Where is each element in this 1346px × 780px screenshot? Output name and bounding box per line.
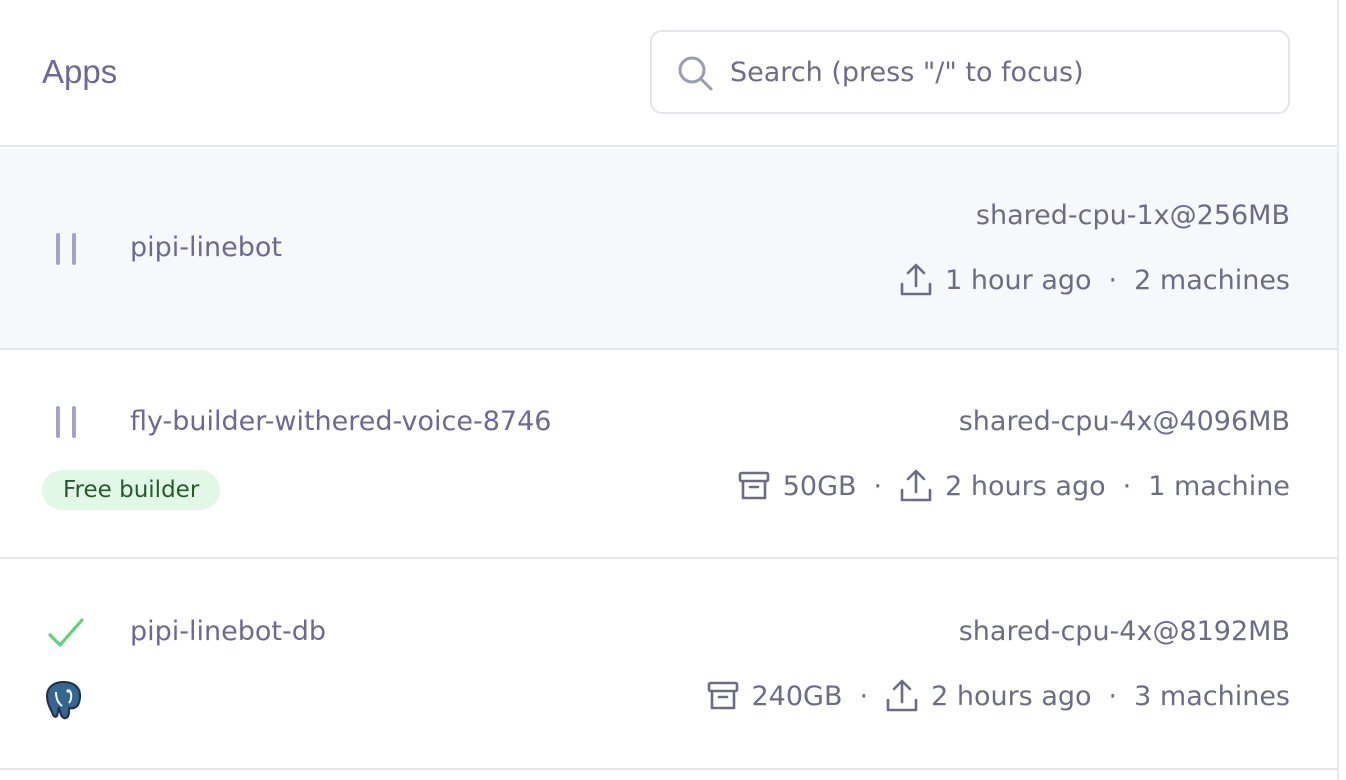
separator: · (873, 470, 883, 502)
machine-type: shared-cpu-4x@4096MB (958, 406, 1290, 437)
upload-icon (900, 263, 932, 296)
deployed-time: 1 hour ago (945, 264, 1092, 296)
app-row-fly-builder[interactable]: fly-builder-withered-voice-8746 Free bui… (0, 350, 1337, 559)
app-name-link[interactable]: fly-builder-withered-voice-8746 (130, 405, 551, 439)
apps-header: Apps (0, 0, 1337, 147)
app-name-link[interactable]: pipi-linebot (130, 231, 282, 265)
page-title: Apps (42, 53, 118, 90)
apps-panel: Apps pipi-linebot shared-cpu-1x@256MB 1 … (0, 0, 1339, 780)
machine-count: 2 machines (1134, 264, 1290, 296)
pause-icon (54, 233, 80, 267)
postgres-elephant-icon (45, 680, 82, 720)
separator: · (1108, 264, 1118, 296)
search-input[interactable] (730, 50, 1270, 94)
volume-size: 240GB (751, 680, 843, 712)
machine-count: 1 machine (1148, 470, 1290, 502)
volume-size: 50GB (782, 470, 857, 502)
upload-icon (886, 679, 918, 712)
check-icon (48, 618, 84, 647)
machine-type: shared-cpu-1x@256MB (975, 200, 1290, 231)
pause-icon (54, 406, 80, 440)
search-icon (678, 56, 713, 91)
archive-icon (707, 681, 738, 710)
app-meta: 50GB · 2 hours ago · 1 machine (737, 466, 1290, 506)
search-box[interactable] (650, 30, 1290, 114)
deployed-time: 2 hours ago (945, 470, 1106, 502)
archive-icon (738, 471, 770, 500)
machine-count: 3 machines (1134, 680, 1290, 712)
separator: · (1122, 470, 1132, 502)
app-meta: 1 hour ago · 2 machines (899, 260, 1290, 300)
app-row-pipi-linebot-db[interactable]: pipi-linebot-db shared-cpu-4x@8192MB 240… (0, 559, 1337, 770)
free-builder-badge: Free builder (42, 470, 221, 510)
upload-icon (900, 469, 932, 502)
separator: · (1108, 680, 1118, 712)
app-row-pipi-linebot[interactable]: pipi-linebot shared-cpu-1x@256MB 1 hour … (0, 149, 1337, 350)
separator: · (859, 680, 869, 712)
app-name-link[interactable]: pipi-linebot-db (130, 615, 326, 649)
deployed-time: 2 hours ago (931, 680, 1092, 712)
app-meta: 240GB · 2 hours ago · 3 machines (706, 676, 1290, 716)
machine-type: shared-cpu-4x@8192MB (958, 616, 1290, 647)
